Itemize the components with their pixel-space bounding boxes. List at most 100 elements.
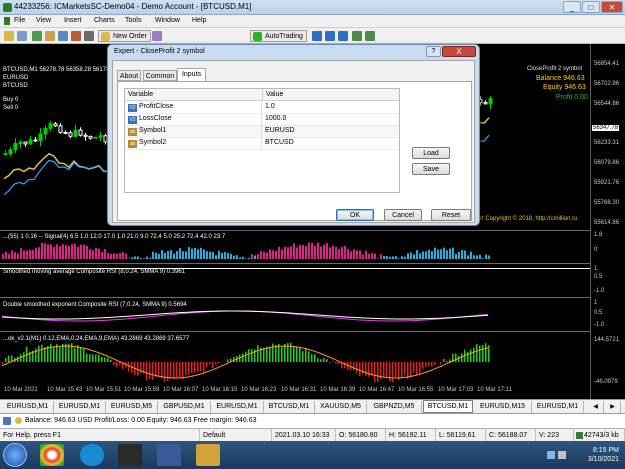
chart-tab[interactable]: XAUUSD,M5 (315, 401, 367, 413)
histogram-bar (242, 256, 244, 259)
input-value[interactable]: EURUSD (265, 127, 295, 134)
chart-tab-active[interactable]: BTCUSD,M1 (423, 400, 473, 413)
navigator-icon[interactable] (58, 31, 68, 41)
load-button[interactable]: Load (412, 147, 450, 159)
title-bar: 44233256: ICMarketsSC-Demo04 - Demo Acco… (0, 0, 625, 15)
histogram-bar (281, 346, 283, 362)
histogram-bar (377, 362, 379, 382)
inputs-panel: Variable Value V2 ProfitClose 1.0 V2 Los… (117, 81, 472, 221)
profiles-icon[interactable] (17, 31, 27, 41)
input-row[interactable]: V2 ProfitClose 1.0 (125, 102, 399, 114)
tab-about[interactable]: About (117, 70, 141, 81)
explorer-icon[interactable] (196, 444, 220, 466)
histogram-bar (170, 250, 172, 259)
cancel-button[interactable]: Cancel (384, 209, 422, 221)
inputs-grid: Variable Value V2 ProfitClose 1.0 V2 Los… (124, 88, 400, 193)
menu-help[interactable]: Help (192, 17, 206, 24)
save-button[interactable]: Save (412, 163, 450, 175)
histogram-bar (146, 256, 148, 259)
time-scale: 10 Mar 2021 10 Mar 15:43 10 Mar 15:51 10… (0, 385, 590, 397)
price-scale[interactable]: 56854.41 56702.96 56544.86 56347.78 5623… (590, 44, 625, 399)
pane-separator[interactable] (0, 297, 590, 298)
new-chart-icon[interactable] (4, 31, 14, 41)
dialog-help-button[interactable]: ? (426, 46, 441, 57)
tab-scroll-right-icon[interactable]: ▶ (605, 401, 621, 413)
terminal-toggle-icon[interactable] (3, 417, 11, 425)
metaeditor-icon[interactable] (152, 31, 162, 41)
line-chart-icon[interactable] (338, 31, 348, 41)
candle (38, 133, 43, 142)
candlestick-icon[interactable] (325, 31, 335, 41)
minimize-button[interactable]: _ (563, 1, 581, 13)
chart-tab[interactable]: BTCUSD,M1 (264, 401, 315, 413)
tab-inputs[interactable]: Inputs (177, 68, 206, 82)
chart-tab[interactable]: EURUSD,M15 (474, 401, 532, 413)
chart-tab[interactable]: EURUSD,M5 (106, 401, 158, 413)
menu-view[interactable]: View (36, 17, 51, 24)
column-variable[interactable]: Variable (125, 89, 262, 101)
dialog-close-button[interactable]: X (442, 46, 476, 57)
tray-network-icon[interactable] (547, 451, 555, 459)
input-row[interactable]: V2 LossClose 1000.0 (125, 114, 399, 126)
maximize-button[interactable]: □ (582, 1, 600, 13)
autotrading-button[interactable]: AutoTrading (250, 30, 307, 42)
histogram-bar (8, 355, 10, 362)
chart-buy-count: Buy 0 (3, 97, 19, 103)
bar-chart-icon[interactable] (312, 31, 322, 41)
clock-time[interactable]: 8:15 PM (593, 447, 619, 454)
close-button[interactable]: ✕ (601, 1, 623, 13)
reset-button[interactable]: Reset (431, 209, 471, 221)
histogram-bar (194, 362, 196, 373)
input-value[interactable]: 1000.0 (265, 115, 286, 122)
metatrader-icon[interactable] (118, 444, 142, 466)
histogram-bar (371, 362, 373, 376)
terminal-icon[interactable] (71, 31, 81, 41)
ok-button[interactable]: OK (336, 209, 374, 221)
skype-icon[interactable] (80, 444, 104, 466)
indicator-scale-label: 1 (594, 266, 598, 272)
chart-tab[interactable]: EURUSD,M1 (54, 401, 106, 413)
input-value[interactable]: 1.0 (265, 103, 275, 110)
data-window-icon[interactable] (45, 31, 55, 41)
menu-charts[interactable]: Charts (94, 17, 115, 24)
histogram-bar (119, 252, 121, 259)
column-value[interactable]: Value (262, 89, 399, 101)
histogram-bar (89, 354, 91, 362)
new-order-button[interactable]: New Order (98, 30, 151, 42)
market-watch-icon[interactable] (32, 31, 42, 41)
menu-tools[interactable]: Tools (125, 17, 141, 24)
histogram-bar (440, 249, 442, 259)
histogram-bar (251, 254, 253, 259)
zoom-out-icon[interactable] (365, 31, 375, 41)
app-icon[interactable] (157, 444, 181, 466)
pane-separator[interactable] (0, 263, 590, 264)
input-row[interactable]: ab Symbol1 EURUSD (125, 126, 399, 138)
tab-scroll-left-icon[interactable]: ◀ (588, 401, 604, 413)
chart-tab[interactable]: EURUSD,M1 (211, 401, 264, 413)
menu-window[interactable]: Window (155, 17, 180, 24)
chart-tab[interactable]: GBPUSD,M1 (158, 401, 211, 413)
toolbar: New Order AutoTrading (0, 28, 625, 44)
start-button[interactable] (3, 443, 27, 467)
chart-tab[interactable]: EURUSD,M1 (532, 401, 584, 413)
time-label: 10 Mar 16:15 (202, 387, 238, 393)
input-value[interactable]: BTCUSD (265, 139, 294, 146)
histogram-bar (11, 250, 13, 259)
zoom-in-icon[interactable] (352, 31, 362, 41)
histogram-bar (101, 356, 103, 362)
strategy-tester-icon[interactable] (84, 31, 94, 41)
indicator3-signal-line (1, 310, 489, 320)
menu-file[interactable]: File (14, 17, 25, 24)
clock-date[interactable]: 3/10/2021 (588, 456, 619, 463)
tray-volume-icon[interactable] (558, 451, 566, 459)
pane-separator[interactable] (0, 331, 590, 332)
chrome-icon[interactable] (40, 444, 64, 466)
chart-tab[interactable]: GBPNZD,M5 (367, 401, 422, 413)
input-row[interactable]: ab Symbol2 BTCUSD (125, 138, 399, 150)
chart-tab[interactable]: EURUSD,M1 (2, 401, 54, 413)
histogram-bar (323, 244, 325, 259)
tab-common[interactable]: Common (143, 70, 177, 81)
menu-insert[interactable]: Insert (64, 17, 82, 24)
pane-separator[interactable] (0, 230, 590, 231)
input-name: ProfitClose (139, 103, 174, 110)
